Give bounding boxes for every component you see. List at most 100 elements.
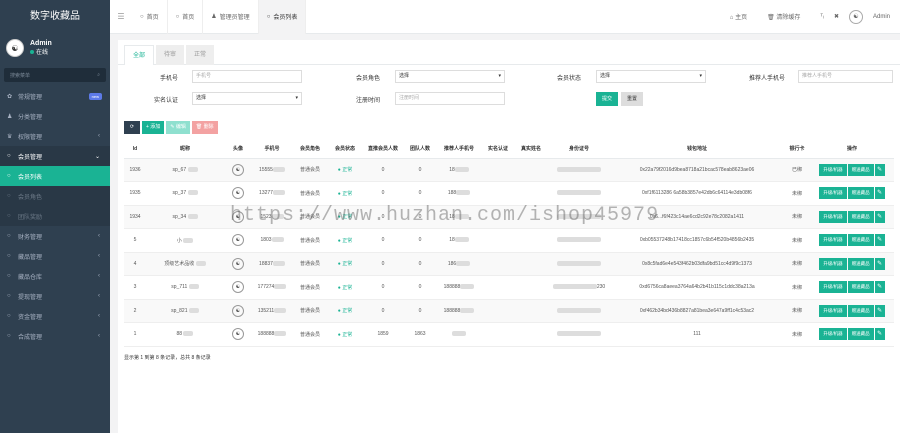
cell-referrer: 188	[436, 181, 482, 206]
upgrade-button[interactable]: 升级/机器	[819, 210, 847, 223]
tab-home-2[interactable]: ○ 首页	[168, 0, 204, 34]
sidebar-item-team-reward[interactable]: ○ 团队奖励	[0, 206, 110, 226]
sidebar-item-general[interactable]: ✿ 常规管理 new	[0, 86, 110, 106]
edit-icon[interactable]: ✎	[874, 281, 885, 294]
cell-actions: 升级/机器 赠送藏品 ✎	[810, 275, 894, 300]
cell-phone: 18837	[252, 252, 292, 276]
sidebar-item-members[interactable]: ○ 会员管理 ⌄	[0, 146, 110, 166]
edit-icon[interactable]: ✎	[874, 163, 885, 176]
cell-actions: 升级/机器 赠送藏品 ✎	[810, 205, 894, 229]
cell-bank: 未绑	[784, 299, 810, 323]
phone-input[interactable]: 手机号	[192, 70, 302, 83]
tab-member-list[interactable]: ○ 会员列表	[258, 0, 307, 34]
circle-icon: ○	[7, 213, 11, 219]
tab-pending[interactable]: 待审	[156, 45, 185, 65]
cell-bank: 已绑	[784, 158, 810, 182]
home-link[interactable]: ⌂ 主页	[730, 12, 757, 21]
add-button[interactable]: + 添加	[142, 121, 165, 134]
cell-avatar: ☯	[224, 252, 252, 276]
cell-realname-auth	[482, 228, 514, 253]
table-row[interactable]: 3 sp_711 ☯ 177274 普通会员 ● 正常 0 0 188888 230 0xd675…	[124, 275, 894, 300]
avatar[interactable]: ☯	[6, 39, 24, 57]
table-row[interactable]: 2 sp_821 ☯ 135211 普通会员 ● 正常 0 0 188888 0xf462b34…	[124, 299, 894, 323]
delete-button[interactable]: 🗑 删除	[191, 121, 218, 134]
gift-collection-button[interactable]: 赠送藏品	[847, 328, 874, 341]
edit-icon[interactable]: ✎	[874, 257, 885, 270]
chevron-down-icon: ⌄	[94, 153, 100, 160]
sidebar-item-withdraw[interactable]: ○ 提现管理 ‹	[0, 286, 110, 306]
gift-collection-button[interactable]: 赠送藏品	[847, 281, 874, 294]
cell-team: 0	[404, 252, 436, 276]
status-label: 会员状态	[556, 76, 581, 82]
regtime-input[interactable]: 注册时间	[395, 92, 505, 105]
sidebar-item-collection[interactable]: ○ 藏品管理 ‹	[0, 246, 110, 266]
col-referrer: 推荐人手机号	[436, 140, 482, 159]
sidebar-item-funds[interactable]: ○ 资金管理 ‹	[0, 306, 110, 326]
table-row[interactable]: 4 顶级艺术品收 ☯ 18837 普通会员 ● 正常 0 0 186 0x8c5fad6e4e5…	[124, 252, 894, 276]
sidebar-item-member-role[interactable]: ○ 会员角色	[0, 186, 110, 206]
col-id[interactable]: Id	[124, 140, 146, 159]
col-idcard: 身份证号	[548, 140, 610, 159]
gift-collection-button[interactable]: 赠送藏品	[847, 234, 874, 247]
gift-collection-button[interactable]: 赠送藏品	[847, 210, 874, 223]
gift-collection-button[interactable]: 赠送藏品	[847, 304, 874, 317]
user-avatar[interactable]: ☯	[848, 9, 863, 24]
cell-status: ● 正常	[328, 228, 362, 253]
gift-collection-button[interactable]: 赠送藏品	[847, 187, 874, 200]
edit-icon[interactable]: ✎	[874, 304, 885, 317]
cell-nickname: sp_821	[146, 299, 224, 323]
tab-normal[interactable]: 正常	[186, 45, 215, 65]
referrer-input[interactable]: 推荐人手机号	[798, 70, 893, 83]
edit-button[interactable]: ✎ 编辑	[166, 121, 190, 134]
cell-phone: 177274	[252, 275, 292, 300]
translate-icon[interactable]: ᵀᵢ	[820, 14, 824, 20]
edit-icon[interactable]: ✎	[874, 210, 885, 223]
upgrade-button[interactable]: 升级/机器	[819, 304, 847, 317]
sidebar-search-input[interactable]: 搜索菜单 ⌕	[4, 68, 106, 82]
status-select[interactable]: 选择	[596, 70, 706, 83]
menu-toggle-icon[interactable]: ☰	[110, 12, 132, 21]
cell-phone: 188888	[252, 322, 292, 347]
upgrade-button[interactable]: 升级/机器	[819, 187, 847, 200]
upgrade-button[interactable]: 升级/机器	[819, 234, 847, 247]
tab-admin-manage[interactable]: ♟ 管理员管理	[203, 0, 259, 34]
reset-button[interactable]: 重置	[621, 92, 644, 106]
edit-icon[interactable]: ✎	[874, 328, 885, 341]
user-icon: ♟	[211, 14, 217, 20]
submit-button[interactable]: 提交	[596, 92, 619, 106]
cell-id: 1935	[124, 181, 146, 206]
sidebar-item-synthesis[interactable]: ○ 合成管理 ‹	[0, 326, 110, 346]
role-select[interactable]: 选择	[395, 70, 505, 83]
cell-wallet: 0x22a79f2016d9bea8718a21bcac578eab8623ae…	[610, 158, 784, 182]
refresh-button[interactable]: ⟳	[124, 121, 140, 134]
table-row[interactable]: 1 88 ☯ 188888 普通会员 ● 正常 1859 1863 111 未绑 升级/机器 赠送藏…	[124, 322, 894, 347]
gift-collection-button[interactable]: 赠送藏品	[847, 257, 874, 270]
tab-home-1[interactable]: ○ 首页	[132, 0, 168, 34]
table-row[interactable]: 5小 ☯ 1803 普通会员 ● 正常 0 0 18 0xb05537248b17418cc1…	[124, 228, 894, 253]
cell-team: 1863	[404, 322, 436, 347]
upgrade-button[interactable]: 升级/机器	[819, 257, 847, 270]
sidebar-item-finance[interactable]: ○ 财务管理 ‹	[0, 226, 110, 246]
fullscreen-icon[interactable]: ✖	[834, 13, 839, 20]
tab-all[interactable]: 全部	[124, 45, 155, 65]
table-row[interactable]: 1936 sp_67 ☯ 15555 普通会员 ● 正常 0 0 18 0x22a79f2016…	[124, 158, 894, 182]
user-name[interactable]: Admin	[873, 14, 890, 20]
upgrade-button[interactable]: 升级/机器	[819, 281, 847, 294]
table-row[interactable]: 1935 sp_37 ☯ 13277 普通会员 ● 正常 0 0 188 0xf1f611328…	[124, 181, 894, 206]
upgrade-button[interactable]: 升级/机器	[819, 163, 847, 176]
upgrade-button[interactable]: 升级/机器	[819, 328, 847, 341]
sidebar-item-warehouse[interactable]: ○ 藏品仓库 ‹	[0, 266, 110, 286]
cell-team: 0	[404, 181, 436, 206]
edit-icon[interactable]: ✎	[874, 187, 885, 200]
profile-name: Admin	[30, 40, 52, 47]
sidebar-item-member-list[interactable]: ○ 会员列表	[0, 166, 110, 186]
clear-cache-button[interactable]: 🗑 清除缓存	[767, 12, 810, 21]
cell-wallet: 0xf462b34bd436b8827a81bea3e647a9ff1c4c53…	[610, 299, 784, 323]
gift-collection-button[interactable]: 赠送藏品	[847, 163, 874, 176]
realname-select[interactable]: 选择	[192, 92, 302, 105]
edit-icon[interactable]: ✎	[874, 234, 885, 247]
sidebar-item-permission[interactable]: ♛ 权限管理 ‹	[0, 126, 110, 146]
circle-icon: ○	[7, 293, 11, 299]
sidebar-item-category[interactable]: ♟ 分类管理	[0, 106, 110, 126]
cell-avatar: ☯	[224, 228, 252, 253]
